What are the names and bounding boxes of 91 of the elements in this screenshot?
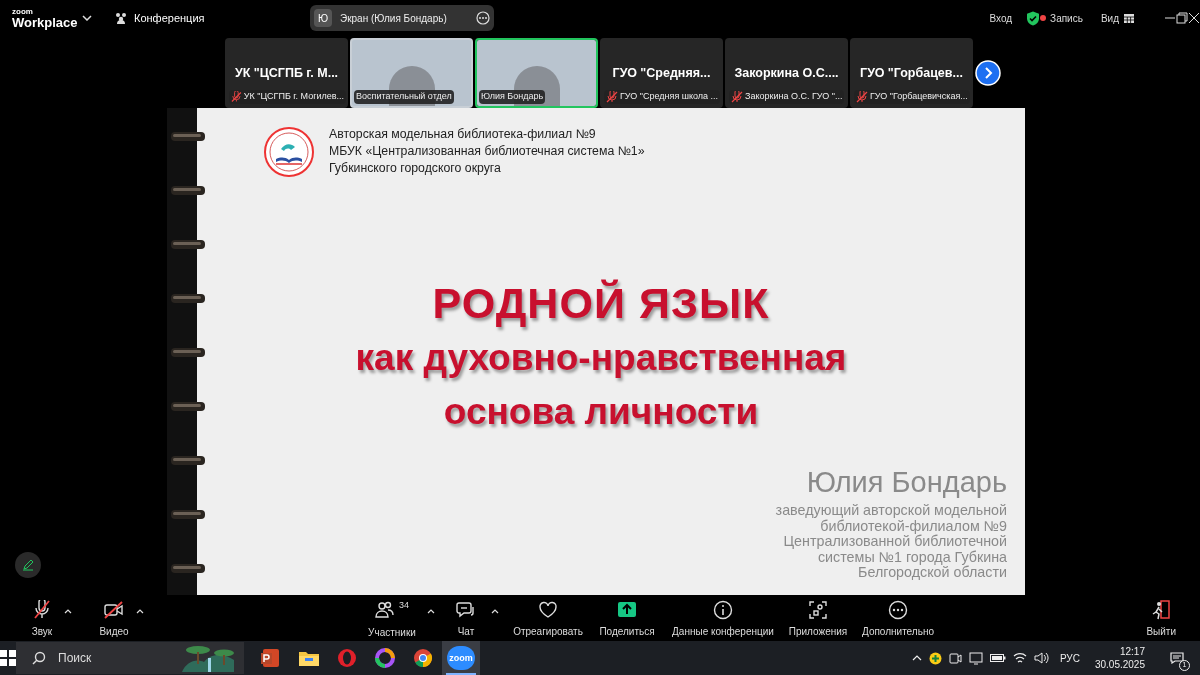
participants-icon	[375, 600, 395, 620]
screen-share-pill[interactable]: Ю Экран (Юлия Бондарь)	[310, 5, 494, 31]
slide-title-line: как духовно-нравственная	[355, 336, 847, 380]
info-icon	[713, 600, 733, 620]
participant-label: ГУО "Средняя школа ...	[620, 90, 719, 104]
people-button[interactable]: 34 Участники	[361, 598, 423, 641]
library-logo-icon	[264, 126, 314, 177]
camera-tray-icon[interactable]	[948, 651, 962, 665]
share-screen-icon	[617, 600, 637, 620]
slide-header-line: МБУК «Централизованная библиотечная система №1»	[329, 143, 645, 160]
participant-tile[interactable]: ГУО "Средняя... ГУО "Средняя школа ...	[600, 38, 723, 108]
volume-icon[interactable]	[1033, 652, 1049, 664]
author-role-line: системы №1 города Губкина	[817, 549, 1007, 565]
people-icon	[114, 12, 128, 24]
caret-up-icon[interactable]	[491, 608, 499, 614]
participant-tile[interactable]: ГУО "Горбацев... ГУО "Горбацевичская...	[850, 38, 973, 108]
chrome-icon	[412, 647, 434, 669]
chevron-up-icon[interactable]	[911, 655, 922, 661]
taskbar-search-field[interactable]: Поиск	[16, 642, 244, 674]
screen-share-label: Экран (Юлия Бондарь)	[340, 11, 448, 26]
annotate-button[interactable]	[15, 552, 41, 578]
author-name: Юлия Бондарь	[806, 465, 1007, 499]
author-role-line: Белгородской области	[858, 565, 1007, 581]
battery-icon[interactable]	[989, 653, 1006, 663]
input-language-button[interactable]: РУС	[1059, 650, 1080, 666]
more-button[interactable]: Дополнительно	[857, 598, 939, 641]
leave-button[interactable]: Выйти	[1146, 600, 1176, 639]
clock-date: 30.05.2025	[1094, 658, 1145, 671]
camera-button[interactable]: Видео	[94, 598, 134, 641]
camera-off-icon	[104, 600, 124, 620]
heart-icon	[538, 600, 558, 620]
display-tray-icon[interactable]	[968, 651, 983, 665]
apps-button[interactable]: Приложения	[783, 598, 853, 641]
search-icon	[32, 651, 46, 665]
participant-name: ГУО "Средняя...	[612, 64, 711, 82]
slide-title-line: РОДНОЙ ЯЗЫК	[432, 278, 770, 329]
close-icon[interactable]	[1188, 12, 1200, 24]
participant-label: Закоркина О.С. ГУО "...	[745, 90, 843, 104]
view-button[interactable]: Вид	[1100, 10, 1134, 26]
record-button[interactable]: Запись	[1040, 10, 1083, 26]
color-ring-icon	[374, 647, 396, 669]
restore-icon[interactable]	[1176, 12, 1188, 24]
info-button[interactable]: Данные конференции	[667, 598, 779, 641]
participant-name: УК "ЦСГПБ г. М...	[234, 64, 339, 82]
opera-icon	[336, 647, 358, 669]
chevron-down-icon[interactable]	[82, 15, 92, 21]
participant-tile[interactable]: Воспитательный отдел	[350, 38, 473, 108]
caret-up-icon[interactable]	[427, 608, 435, 614]
heart-button[interactable]: Отреагировать	[509, 598, 587, 641]
slide-header-line: Губкинского городского округа	[329, 160, 502, 177]
participant-label: Воспитательный отдел	[356, 90, 452, 104]
clock-time: 12:17	[1119, 645, 1145, 658]
more-icon[interactable]	[476, 11, 490, 25]
mic-button[interactable]: Звук	[22, 598, 62, 641]
chat-button[interactable]: Чат	[445, 598, 487, 641]
chat-icon	[456, 600, 476, 620]
participant-label: Юлия Бондарь	[481, 90, 544, 104]
shield-check-icon	[1026, 10, 1041, 26]
author-role-line: библиотекой-филиалом №9	[820, 518, 1007, 534]
author-role-line: Централизованной библиотечной	[783, 534, 1007, 550]
pencil-icon	[22, 559, 34, 571]
record-dot-icon	[1040, 15, 1047, 21]
more-icon	[888, 600, 908, 620]
author-role-line: заведующий авторской модельной	[775, 503, 1007, 519]
slide-title-line: основа личности	[443, 390, 759, 434]
participant-label: УК "ЦСГПБ г. Могилев...	[243, 90, 344, 104]
grid-icon	[1124, 13, 1134, 23]
participant-name: Закоркина О.С....	[734, 64, 839, 82]
app-logo-title: Workplace	[12, 15, 79, 29]
presenter-avatar: Ю	[314, 9, 332, 27]
meeting-menu-button[interactable]: Конференция	[114, 9, 205, 27]
participant-name: ГУО "Горбацев...	[860, 64, 963, 82]
presentation-app-icon	[260, 647, 282, 669]
slide-header-line: Авторская модельная библиотека-филиал №9	[329, 126, 597, 143]
microphone-muted-icon	[32, 600, 52, 620]
participant-tile[interactable]: Юлия Бондарь	[475, 38, 598, 108]
wifi-icon[interactable]	[1012, 652, 1027, 664]
participant-count: 34	[399, 599, 409, 613]
caret-up-icon[interactable]	[64, 608, 72, 614]
sign-in-button[interactable]: Вход	[989, 10, 1013, 26]
windows-start-icon[interactable]	[0, 650, 16, 666]
exit-door-icon	[1151, 600, 1172, 620]
participant-tile[interactable]: Закоркина О.С.... Закоркина О.С. ГУО "...	[725, 38, 848, 108]
participant-tile[interactable]: УК "ЦСГПБ г. М... УК "ЦСГПБ г. Могилев...	[225, 38, 348, 108]
share-button[interactable]: Поделиться	[591, 598, 663, 641]
participant-label: ГУО "Горбацевичская...	[870, 90, 968, 104]
message-icon	[1170, 652, 1184, 664]
tray-app-icon[interactable]	[928, 651, 942, 665]
caret-up-icon[interactable]	[136, 608, 144, 614]
app-logo-caption: zoom	[12, 7, 34, 16]
apps-icon	[808, 600, 828, 620]
